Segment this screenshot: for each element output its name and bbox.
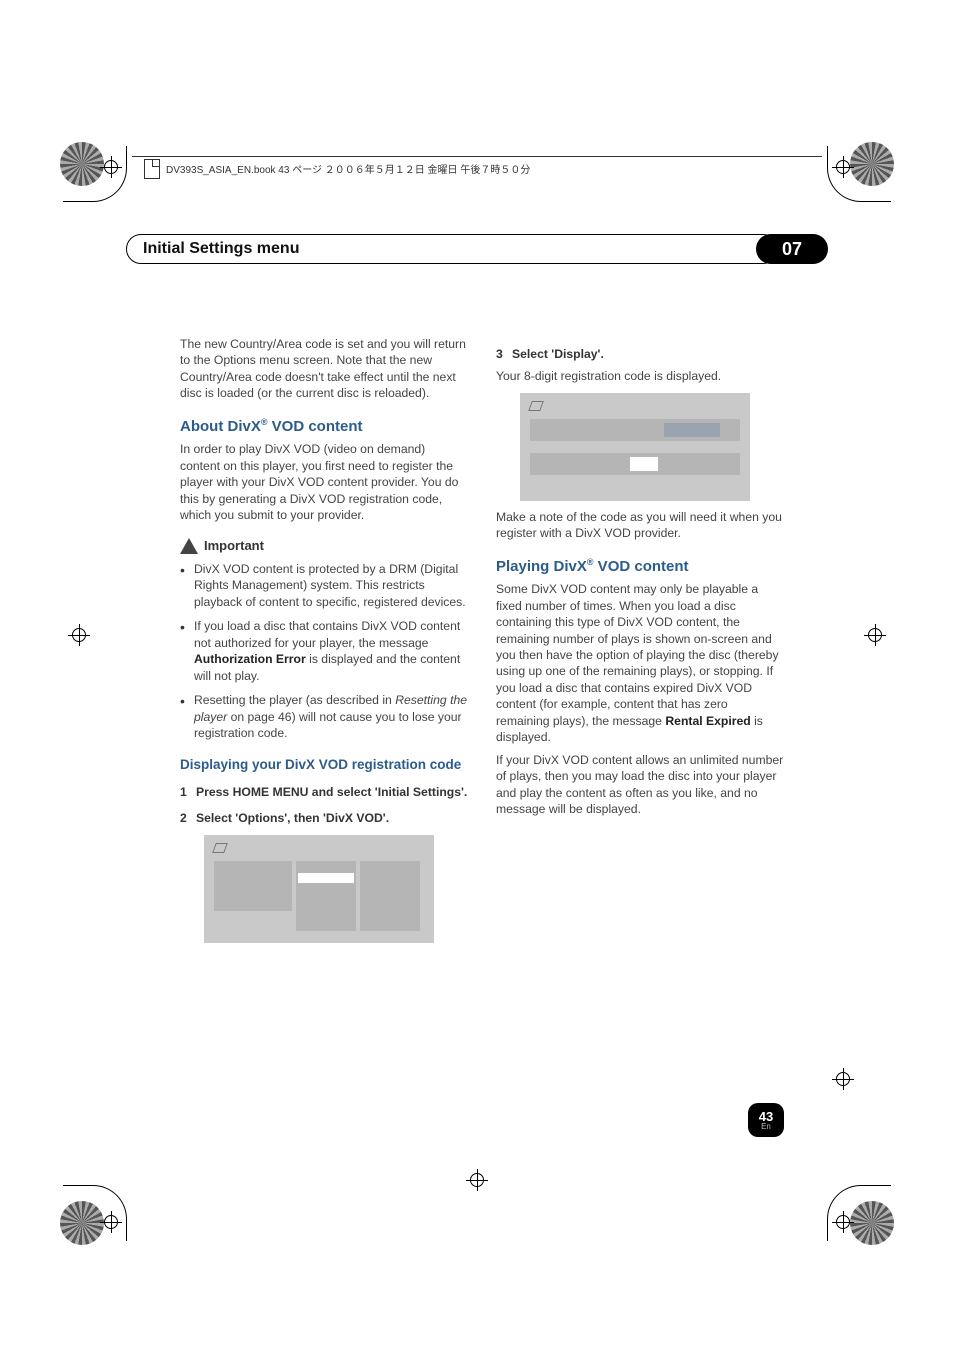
- registration-target-icon: [832, 1068, 854, 1090]
- book-source-text: DV393S_ASIA_EN.book 43 ページ ２００６年５月１２日 金曜…: [166, 161, 530, 176]
- step-text: Press HOME MENU and select 'Initial Sett…: [196, 785, 467, 799]
- page-number-badge: 43 En: [748, 1103, 784, 1137]
- heading-playing-divx-vod: Playing DivX® VOD content: [496, 556, 784, 577]
- important-bullet-list: DivX VOD content is protected by a DRM (…: [180, 561, 468, 742]
- step-3: 3Select 'Display'.: [496, 346, 784, 362]
- step-2: 2Select 'Options', then 'DivX VOD'.: [180, 810, 468, 826]
- menu-done-button: [630, 457, 658, 471]
- menu-logo-icon: [528, 401, 544, 411]
- menu-panel: [360, 861, 420, 931]
- list-item: Resetting the player (as described in Re…: [194, 692, 468, 741]
- playing-paragraph-2: If your DivX VOD content allows an unlim…: [496, 752, 784, 818]
- registered-mark-icon: ®: [587, 557, 594, 567]
- chapter-number-badge: 07: [756, 234, 828, 264]
- registration-target-icon: [864, 624, 886, 646]
- book-source-header: DV393S_ASIA_EN.book 43 ページ ２００６年５月１２日 金曜…: [132, 156, 822, 180]
- warning-triangle-icon: [180, 538, 198, 554]
- heading-about-divx-vod: About DivX® VOD content: [180, 416, 468, 437]
- right-column: 3Select 'Display'. Your 8-digit registra…: [496, 336, 784, 951]
- registration-target-icon: [832, 1211, 854, 1233]
- heading-text: VOD content: [594, 558, 689, 575]
- heading-text: About DivX: [180, 418, 261, 435]
- important-callout: Important: [180, 537, 468, 555]
- note-paragraph: Make a note of the code as you will need…: [496, 509, 784, 542]
- registration-target-icon: [832, 156, 854, 178]
- step-3-subtext: Your 8-digit registration code is displa…: [496, 368, 784, 384]
- options-menu-screenshot: [204, 835, 434, 943]
- menu-highlight: [298, 873, 354, 883]
- intro-paragraph: The new Country/Area code is set and you…: [180, 336, 468, 402]
- list-item: If you load a disc that contains DivX VO…: [194, 618, 468, 684]
- menu-logo-icon: [212, 843, 228, 853]
- about-paragraph: In order to play DivX VOD (video on dema…: [180, 441, 468, 523]
- menu-code-field: [664, 423, 720, 437]
- step-text: Select 'Display'.: [512, 347, 604, 361]
- playing-paragraph-1: Some DivX VOD content may only be playab…: [496, 581, 784, 746]
- chapter-title: Initial Settings menu: [126, 234, 778, 264]
- menu-panel: [214, 861, 292, 911]
- registration-code-screenshot: [520, 393, 750, 501]
- list-item: DivX VOD content is protected by a DRM (…: [194, 561, 468, 610]
- heading-displaying-code: Displaying your DivX VOD registration co…: [180, 756, 468, 774]
- step-text: Select 'Options', then 'DivX VOD'.: [196, 811, 389, 825]
- registration-target-icon: [466, 1169, 488, 1191]
- important-label: Important: [204, 537, 264, 555]
- file-icon: [144, 159, 160, 179]
- step-1: 1Press HOME MENU and select 'Initial Set…: [180, 784, 468, 800]
- page-language: En: [761, 1122, 771, 1131]
- heading-text: Playing DivX: [496, 558, 587, 575]
- chapter-header-bar: Initial Settings menu 07: [126, 234, 828, 264]
- left-column: The new Country/Area code is set and you…: [180, 336, 468, 951]
- registration-target-icon: [68, 624, 90, 646]
- registration-target-icon: [100, 1211, 122, 1233]
- heading-text: VOD content: [267, 418, 362, 435]
- menu-panel: [296, 861, 356, 931]
- page-content: The new Country/Area code is set and you…: [180, 336, 784, 951]
- registration-target-icon: [100, 156, 122, 178]
